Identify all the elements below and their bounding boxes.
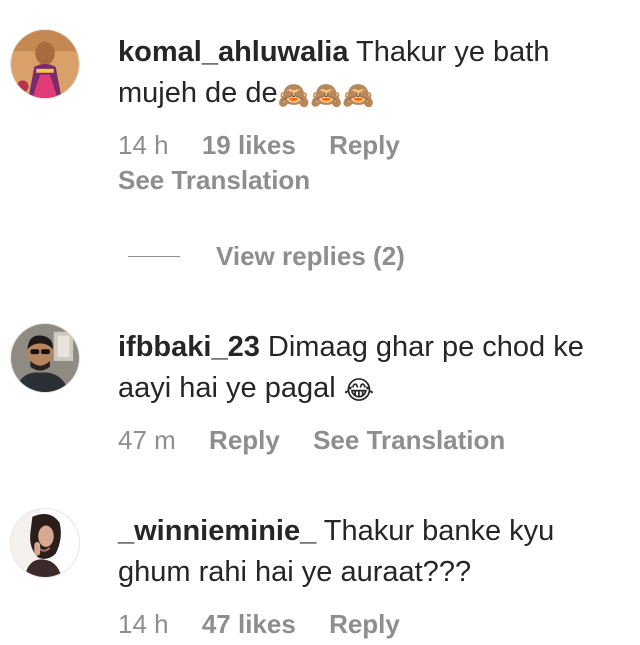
reply-button[interactable]: Reply [209, 425, 280, 455]
avatar[interactable] [10, 323, 80, 393]
comment-meta: 14 h 19 likes Reply [118, 128, 426, 162]
comment-meta: 14 h 47 likes Reply [118, 607, 426, 641]
divider-line [128, 255, 180, 257]
reply-button[interactable]: Reply [329, 130, 400, 160]
avatar[interactable] [10, 29, 80, 99]
comment-username[interactable]: _winnieminie_ [118, 515, 316, 547]
comment-body: _winnieminie_ Thakur banke kyu ghum rahi… [118, 511, 618, 593]
tears-of-joy-icon: 😂 [343, 375, 375, 405]
avatar[interactable] [10, 508, 80, 578]
comment-likes[interactable]: 19 likes [202, 130, 296, 160]
comment-body: ifbbaki_23 Dimaag ghar pe chod ke aayi h… [118, 327, 618, 409]
reply-button[interactable]: Reply [329, 609, 400, 639]
see-no-evil-monkey-icon: 🙈🙈🙈 [277, 80, 375, 110]
see-translation-button[interactable]: See Translation [313, 425, 505, 455]
comment-body: komal_ahluwalia Thakur ye bath mujeh de … [118, 32, 618, 114]
avatar-image [11, 509, 79, 577]
avatar-image [11, 30, 79, 98]
comment-time[interactable]: 14 h [118, 130, 169, 160]
comment-username[interactable]: ifbbaki_23 [118, 331, 260, 363]
comment-meta: 47 m Reply See Translation [118, 423, 531, 457]
comment-time[interactable]: 47 m [118, 425, 176, 455]
comment-likes[interactable]: 47 likes [202, 609, 296, 639]
view-replies-button[interactable]: View replies (2) [128, 238, 405, 274]
view-replies-label: View replies (2) [216, 240, 405, 271]
comment-time[interactable]: 14 h [118, 609, 169, 639]
comment-username[interactable]: komal_ahluwalia [118, 36, 349, 68]
see-translation-button[interactable]: See Translation [118, 163, 310, 197]
avatar-image [11, 324, 79, 392]
